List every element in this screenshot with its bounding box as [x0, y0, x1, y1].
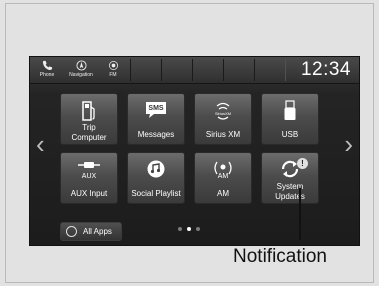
tile-label: USB	[281, 130, 299, 139]
all-apps-label: All Apps	[83, 227, 112, 236]
am-icon-text: AM	[217, 173, 229, 180]
infotainment-screen: Phone Navigation FM 12:34 ‹ › Trip Compu…	[29, 56, 360, 246]
fm-label: FM	[109, 72, 117, 78]
navigation-label: Navigation	[69, 72, 93, 78]
status-slot	[254, 59, 286, 81]
am-radio-icon: AM	[195, 159, 251, 181]
page-dot	[178, 227, 182, 231]
fm-radio-icon	[108, 61, 118, 70]
previous-page-arrow[interactable]: ‹	[36, 129, 45, 160]
grid-icon	[66, 226, 77, 237]
sms-icon: SMS	[128, 100, 184, 122]
navigation-button[interactable]: Navigation	[64, 59, 98, 81]
tile-label: Trip	[82, 123, 96, 132]
next-page-arrow[interactable]: ›	[344, 129, 353, 160]
all-apps-button[interactable]: All Apps	[60, 222, 122, 241]
clock: 12:34	[300, 59, 351, 80]
social-playlist-icon	[128, 159, 184, 181]
tile-label-line2: Updates	[275, 192, 305, 201]
notification-callout: Notification	[233, 246, 327, 267]
tile-label: Social Playlist	[131, 189, 181, 198]
phone-label: Phone	[39, 72, 55, 78]
page-dot-active	[187, 227, 191, 231]
status-slot	[161, 59, 193, 81]
sms-icon-text: SMS	[148, 105, 164, 112]
tile-label: AUX Input	[70, 189, 108, 198]
siriusxm-icon: SiriusXM	[195, 100, 251, 122]
fm-button[interactable]: FM	[102, 59, 124, 81]
callout-line	[299, 188, 301, 240]
navigation-icon	[75, 60, 87, 71]
tile-label: System	[276, 182, 304, 191]
system-update-icon	[262, 159, 318, 181]
tile-label: Messages	[137, 130, 175, 139]
usb-icon	[262, 100, 318, 122]
siriusxm-icon-text: SiriusXM	[214, 111, 231, 116]
status-slot	[130, 59, 162, 81]
aux-input-tile[interactable]: AUX AUX Input	[60, 152, 118, 204]
notification-badge: !	[297, 158, 308, 169]
aux-icon-text: AUX	[81, 173, 97, 180]
am-tile[interactable]: AM AM	[194, 152, 252, 204]
system-updates-tile[interactable]: ! System Updates	[261, 152, 319, 204]
tile-label: Sirius XM	[205, 130, 241, 139]
social-playlist-tile[interactable]: Social Playlist	[127, 152, 185, 204]
trip-computer-tile[interactable]: Trip Computer	[60, 93, 118, 145]
aux-cable-icon: AUX	[61, 159, 117, 181]
status-slot	[192, 59, 224, 81]
fuel-pump-icon	[61, 100, 117, 122]
status-slot	[223, 59, 255, 81]
status-bar: Phone Navigation FM 12:34	[30, 57, 359, 84]
page-dot	[196, 227, 200, 231]
siriusxm-tile[interactable]: SiriusXM Sirius XM	[194, 93, 252, 145]
phone-icon	[42, 60, 52, 71]
phone-button[interactable]: Phone	[34, 59, 60, 81]
usb-tile[interactable]: USB	[261, 93, 319, 145]
tile-label-line2: Computer	[71, 133, 107, 142]
tile-label: AM	[217, 189, 229, 198]
messages-tile[interactable]: SMS Messages	[127, 93, 185, 145]
